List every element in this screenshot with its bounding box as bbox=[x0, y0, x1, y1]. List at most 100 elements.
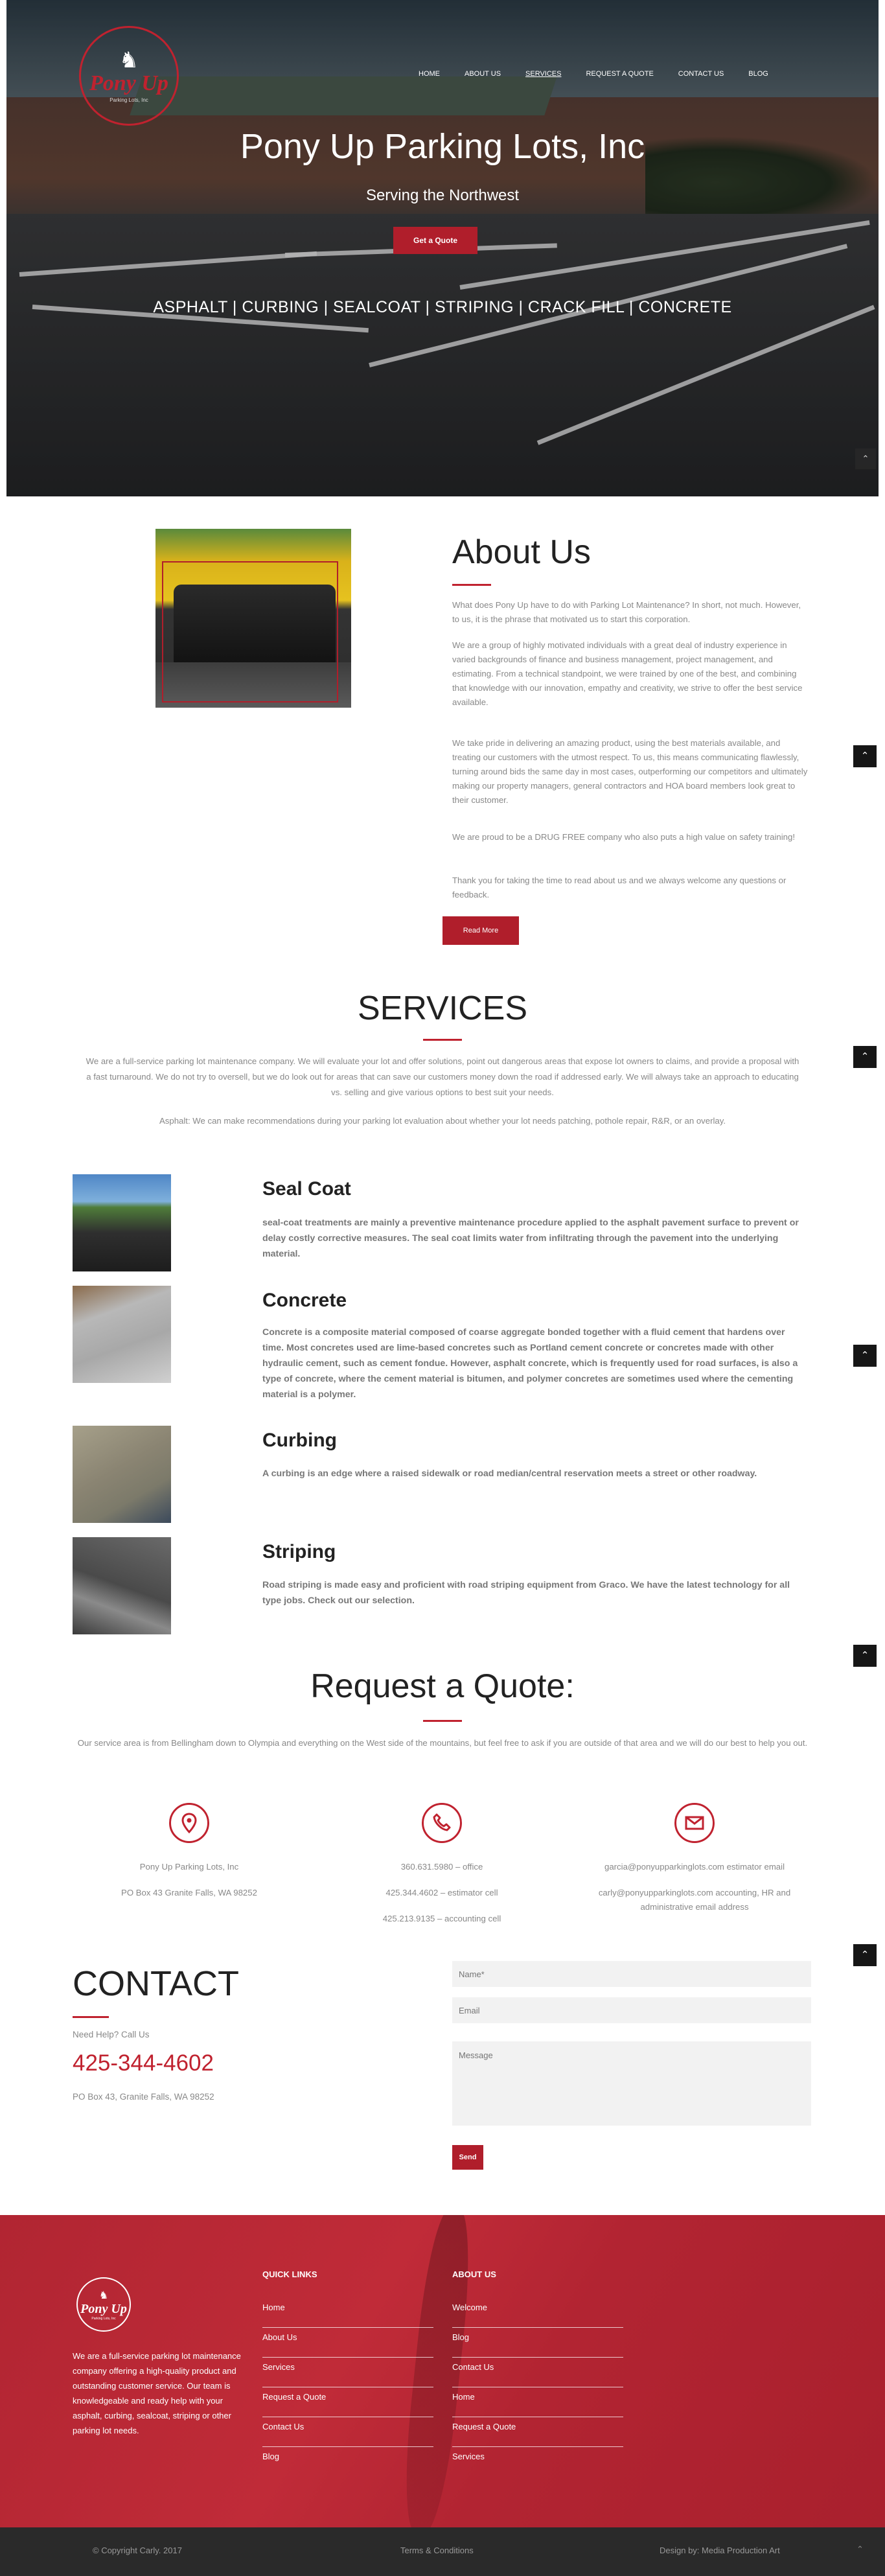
about-paragraph: Thank you for taking the time to read ab… bbox=[452, 876, 787, 899]
service-name: Seal Coat bbox=[262, 1178, 351, 1200]
chevron-up-icon[interactable]: ⌃ bbox=[853, 1046, 877, 1068]
services-title: SERVICES bbox=[357, 990, 528, 1027]
footer-logo-sub: Parking Lots, Inc bbox=[91, 2316, 116, 2321]
quote-email-column: garcia@ponyupparkinglots.com estimator e… bbox=[584, 1860, 805, 1914]
designer-credit[interactable]: Design by: Media Production Art bbox=[660, 2546, 780, 2555]
quick-links-list: Home About Us Services Request a Quote C… bbox=[262, 2298, 433, 2477]
service-name: Curbing bbox=[262, 1430, 337, 1451]
service-description: A curbing is an edge where a raised side… bbox=[262, 1468, 757, 1479]
services-divider bbox=[423, 1039, 462, 1041]
about-paragraph: We take pride in delivering an amazing p… bbox=[452, 738, 808, 805]
footer-link-contact-us[interactable]: Contact Us bbox=[262, 2417, 433, 2447]
striping-image bbox=[73, 1537, 171, 1634]
about-us-heading: ABOUT US bbox=[452, 2269, 496, 2279]
service-description: Concrete is a composite material compose… bbox=[262, 1327, 798, 1400]
site-logo[interactable]: ♞ Pony Up Parking Lots, Inc bbox=[79, 26, 179, 126]
service-name: Concrete bbox=[262, 1290, 347, 1311]
about-paragraph: We are proud to be a DRUG FREE company w… bbox=[452, 832, 796, 842]
services-intro: We are a full-service parking lot mainte… bbox=[86, 1056, 799, 1097]
bottom-bar: © Copyright Carly. 2017 Terms & Conditio… bbox=[0, 2527, 885, 2576]
hero-subtitle: Serving the Northwest bbox=[365, 187, 520, 204]
image-frame bbox=[162, 561, 338, 702]
quote-text: Our service area is from Bellingham down… bbox=[77, 1738, 808, 1748]
contact-help: Need Help? Call Us bbox=[73, 2030, 150, 2039]
map-pin-icon bbox=[169, 1803, 209, 1843]
footer-link-blog[interactable]: Blog bbox=[452, 2328, 623, 2358]
about-paragraph: What does Pony Up have to do with Parkin… bbox=[452, 600, 801, 624]
mail-icon bbox=[674, 1803, 715, 1843]
nav-about-us[interactable]: ABOUT US bbox=[465, 70, 501, 78]
message-field[interactable] bbox=[452, 2041, 811, 2126]
terms-link[interactable]: Terms & Conditions bbox=[400, 2546, 474, 2555]
quote-address-column: Pony Up Parking Lots, Inc PO Box 43 Gran… bbox=[79, 1860, 299, 1900]
read-more-button[interactable]: Read More bbox=[442, 916, 519, 945]
estimator-phone[interactable]: 425.344.4602 – estimator cell bbox=[332, 1886, 552, 1900]
footer-link-home[interactable]: Home bbox=[262, 2298, 433, 2328]
horse-head-icon: ♞ bbox=[119, 47, 139, 73]
hero-title: Pony Up Parking Lots, Inc bbox=[240, 127, 645, 166]
nav-contact-us[interactable]: CONTACT US bbox=[678, 70, 724, 78]
quote-phone-column: 360.631.5980 – office 425.344.4602 – est… bbox=[332, 1860, 552, 1926]
chevron-up-icon[interactable]: ⌃ bbox=[853, 1944, 877, 1966]
chevron-up-icon[interactable]: ⌃ bbox=[855, 448, 876, 469]
office-phone[interactable]: 360.631.5980 – office bbox=[332, 1860, 552, 1874]
footer-link-home[interactable]: Home bbox=[452, 2387, 623, 2417]
accounting-email[interactable]: carly@ponyupparkinglots.com accounting, … bbox=[584, 1886, 805, 1914]
quote-title: Request a Quote: bbox=[310, 1667, 575, 1705]
logo-sub: Parking Lots, Inc bbox=[109, 97, 148, 103]
concrete-image bbox=[73, 1286, 171, 1383]
phone-icon bbox=[422, 1803, 462, 1843]
chevron-up-icon[interactable]: ⌃ bbox=[853, 1345, 877, 1367]
main-nav: HOME ABOUT US SERVICES REQUEST A QUOTE C… bbox=[419, 70, 793, 78]
service-description: Road striping is made easy and proficien… bbox=[262, 1580, 790, 1606]
logo-brand: Pony Up bbox=[89, 71, 168, 95]
nav-home[interactable]: HOME bbox=[419, 70, 440, 78]
footer-link-services[interactable]: Services bbox=[452, 2447, 623, 2477]
about-us-list: Welcome Blog Contact Us Home Request a Q… bbox=[452, 2298, 623, 2477]
footer-link-contact-us[interactable]: Contact Us bbox=[452, 2358, 623, 2387]
chevron-up-icon[interactable]: ⌃ bbox=[853, 745, 877, 767]
site-footer: ♞ Pony Up Parking Lots, Inc We are a ful… bbox=[0, 2215, 885, 2527]
footer-about-text: We are a full-service parking lot mainte… bbox=[73, 2351, 241, 2435]
estimator-email[interactable]: garcia@ponyupparkinglots.com estimator e… bbox=[584, 1860, 805, 1874]
footer-link-request-quote[interactable]: Request a Quote bbox=[452, 2417, 623, 2447]
contact-divider bbox=[73, 2016, 109, 2018]
chevron-up-icon[interactable]: ⌃ bbox=[856, 2544, 864, 2555]
about-roller-image bbox=[155, 529, 351, 708]
horse-head-icon: ♞ bbox=[98, 2290, 109, 2301]
services-asphalt: Asphalt: We can make recommendations dur… bbox=[159, 1116, 726, 1126]
footer-logo[interactable]: ♞ Pony Up Parking Lots, Inc bbox=[76, 2277, 131, 2332]
company-name: Pony Up Parking Lots, Inc bbox=[139, 1862, 239, 1872]
chevron-up-icon[interactable]: ⌃ bbox=[853, 1645, 877, 1667]
contact-phone[interactable]: 425-344-4602 bbox=[73, 2050, 214, 2076]
footer-link-about-us[interactable]: About Us bbox=[262, 2328, 433, 2358]
curbing-image bbox=[73, 1426, 171, 1523]
about-paragraph: We are a group of highly motivated indiv… bbox=[452, 640, 803, 707]
accounting-phone[interactable]: 425.213.9135 – accounting cell bbox=[332, 1912, 552, 1926]
footer-link-welcome[interactable]: Welcome bbox=[452, 2298, 623, 2328]
nav-services[interactable]: SERVICES bbox=[525, 70, 561, 78]
email-field[interactable] bbox=[452, 1997, 811, 2023]
nav-blog[interactable]: BLOG bbox=[748, 70, 768, 78]
contact-title: CONTACT bbox=[73, 1964, 239, 2003]
copyright: © Copyright Carly. 2017 bbox=[93, 2546, 182, 2555]
contact-address: PO Box 43, Granite Falls, WA 98252 bbox=[73, 2092, 214, 2102]
quick-links-heading: QUICK LINKS bbox=[262, 2269, 317, 2279]
get-quote-button[interactable]: Get a Quote bbox=[393, 227, 477, 254]
name-field[interactable] bbox=[452, 1961, 811, 1987]
nav-request-quote[interactable]: REQUEST A QUOTE bbox=[586, 70, 653, 78]
about-divider bbox=[452, 584, 491, 586]
about-title: About Us bbox=[452, 533, 591, 571]
quote-divider bbox=[423, 1720, 462, 1722]
footer-logo-brand: Pony Up bbox=[80, 2301, 127, 2316]
service-description: seal-coat treatments are mainly a preven… bbox=[262, 1218, 799, 1259]
company-address: PO Box 43 Granite Falls, WA 98252 bbox=[121, 1888, 257, 1897]
hero-services-line: ASPHALT | CURBING | SEALCOAT | STRIPING … bbox=[153, 298, 732, 316]
footer-link-request-quote[interactable]: Request a Quote bbox=[262, 2387, 433, 2417]
footer-link-services[interactable]: Services bbox=[262, 2358, 433, 2387]
seal-coat-image bbox=[73, 1174, 171, 1271]
service-name: Striping bbox=[262, 1541, 336, 1562]
footer-link-blog[interactable]: Blog bbox=[262, 2447, 433, 2477]
send-button[interactable]: Send bbox=[452, 2145, 483, 2170]
hero-section: ♞ Pony Up Parking Lots, Inc HOME ABOUT U… bbox=[6, 0, 879, 496]
